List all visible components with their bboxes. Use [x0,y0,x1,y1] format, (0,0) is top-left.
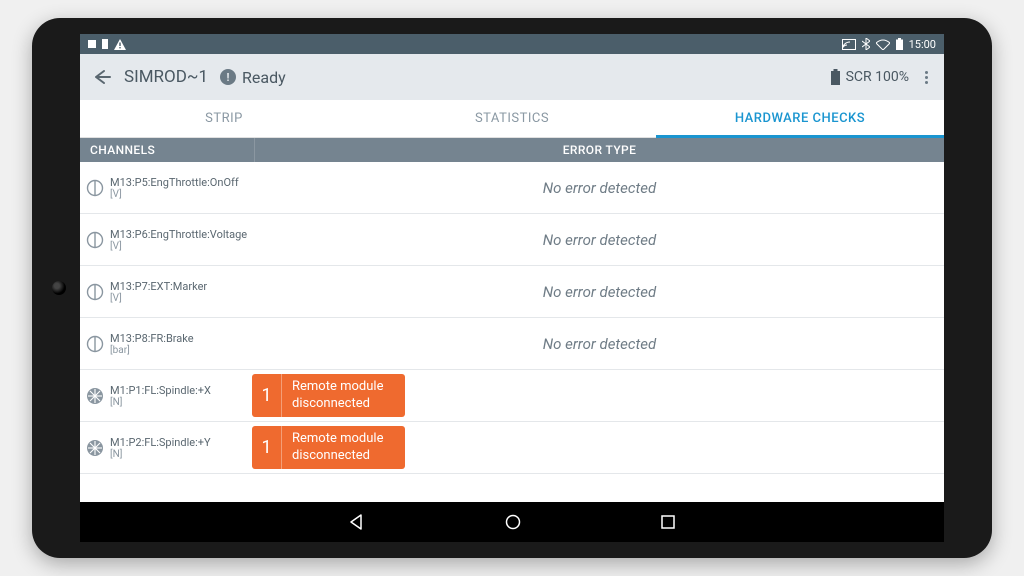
rotary-icon [80,283,110,301]
tab-statistics[interactable]: STATISTICS [368,100,656,137]
rows-container: M13:P5:EngThrottle:OnOff[V]No error dete… [80,162,944,502]
channel-cell: M1:P1:FL:Spindle:+X[N] [110,380,255,412]
error-count: 1 [252,426,282,469]
table-row[interactable]: M13:P5:EngThrottle:OnOff[V]No error dete… [80,162,944,214]
tab-hardware-checks[interactable]: HARDWARE CHECKS [656,100,944,137]
error-message: Remote moduledisconnected [282,374,405,417]
channel-unit: [V] [110,241,255,252]
channel-cell: M13:P8:FR:Brake[bar] [110,328,255,360]
channel-cell: M1:P2:FL:Spindle:+Y[N] [110,432,255,464]
error-count: 1 [252,374,282,417]
notif-square-icon [88,40,96,48]
error-message: Remote moduledisconnected [282,426,405,469]
error-cell: No error detected [255,283,944,301]
back-button[interactable] [92,67,112,87]
channel-cell: M13:P5:EngThrottle:OnOff[V] [110,172,255,204]
no-error-text: No error detected [255,179,944,197]
tablet-frame: 15:00 SIMROD~1 ! Ready SCR 100% STRIPSTA… [32,18,992,558]
bluetooth-icon [862,38,870,50]
error-cell: No error detected [255,179,944,197]
wifi-outline-icon [876,39,890,50]
channel-unit: [V] [110,293,255,304]
channel-cell: M13:P6:EngThrottle:Voltage[V] [110,224,255,256]
channel-unit: [N] [110,449,255,460]
channel-cell: M13:P7:EXT:Marker[V] [110,276,255,308]
tab-strip[interactable]: STRIP [80,100,368,137]
error-chip[interactable]: 1Remote moduledisconnected [252,374,405,417]
status-chip: ! Ready [220,68,286,87]
channel-unit: [V] [110,189,255,200]
error-chip[interactable]: 1Remote moduledisconnected [252,426,405,469]
table-row[interactable]: M1:P2:FL:Spindle:+Y[N]1Remote moduledisc… [80,422,944,474]
rotary-icon [80,231,110,249]
no-error-text: No error detected [255,231,944,249]
no-error-text: No error detected [255,283,944,301]
channel-unit: [bar] [110,345,255,356]
nav-recent-icon[interactable] [661,515,675,529]
android-navbar [80,502,944,542]
battery-icon [896,38,903,50]
warning-icon [114,39,126,50]
error-cell: 1Remote moduledisconnected [255,374,944,417]
table-header: CHANNELS ERROR TYPE [80,138,944,162]
nav-home-icon[interactable] [505,514,521,530]
no-error-text: No error detected [255,335,944,353]
channel-name: M13:P5:EngThrottle:OnOff [110,176,255,189]
battery-full-icon [831,69,840,85]
error-cell: 1Remote moduledisconnected [255,426,944,469]
channel-name: M1:P2:FL:Spindle:+Y [110,436,255,449]
table-row[interactable]: M13:P8:FR:Brake[bar]No error detected [80,318,944,370]
snowflake-icon [80,439,110,457]
tabs: STRIPSTATISTICSHARDWARE CHECKS [80,100,944,138]
screen: 15:00 SIMROD~1 ! Ready SCR 100% STRIPSTA… [80,34,944,542]
android-statusbar: 15:00 [80,34,944,54]
channel-name: M1:P1:FL:Spindle:+X [110,384,255,397]
status-dot-icon: ! [220,69,236,85]
status-label: Ready [242,68,286,87]
col-errortype: ERROR TYPE [255,138,944,162]
table-row[interactable]: M13:P6:EngThrottle:Voltage[V]No error de… [80,214,944,266]
page-title: SIMROD~1 [124,67,208,87]
channel-name: M13:P7:EXT:Marker [110,280,255,293]
channel-unit: [N] [110,397,255,408]
appbar: SIMROD~1 ! Ready SCR 100% [80,54,944,100]
snowflake-icon [80,387,110,405]
scr-indicator: SCR 100% [831,69,909,85]
scr-label: SCR 100% [846,69,909,85]
overflow-menu-button[interactable] [921,67,932,88]
error-cell: No error detected [255,231,944,249]
nav-back-icon[interactable] [349,514,365,530]
table-row[interactable]: M13:P7:EXT:Marker[V]No error detected [80,266,944,318]
rotary-icon [80,335,110,353]
statusbar-time: 15:00 [909,38,936,51]
error-cell: No error detected [255,335,944,353]
table-row[interactable]: M1:P1:FL:Spindle:+X[N]1Remote moduledisc… [80,370,944,422]
channel-name: M13:P6:EngThrottle:Voltage [110,228,255,241]
tablet-camera [52,281,66,295]
channel-name: M13:P8:FR:Brake [110,332,255,345]
rotary-icon [80,179,110,197]
notif-rect-icon [102,39,108,49]
cast-icon [842,39,856,50]
col-channels: CHANNELS [80,138,255,162]
